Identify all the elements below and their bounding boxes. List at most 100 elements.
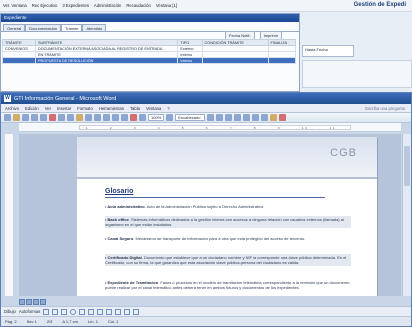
menu-item[interactable]: Recaudación	[126, 3, 150, 8]
menu-item[interactable]: Ventana [1]	[156, 3, 177, 8]
menu-item[interactable]: Administración	[94, 3, 121, 8]
print-icon[interactable]	[31, 114, 38, 121]
ruler-scale: · 1 · · · 2 · · · 3 · · · 4 · · · 5 · · …	[79, 125, 351, 130]
outline-view-icon[interactable]	[40, 299, 46, 305]
web-view-icon[interactable]	[26, 299, 32, 305]
table-row-selected[interactable]: PROPUESTA DE RESOLUCIÓN Interno	[2, 57, 296, 64]
table-icon[interactable]	[112, 114, 119, 121]
brand-logo: CGB	[330, 147, 357, 159]
page-heading: Glosario	[105, 188, 134, 195]
help-search-input[interactable]: Escriba una pregunta	[365, 106, 405, 111]
highlight-icon[interactable]	[270, 114, 278, 121]
menu-ver[interactable]: Ver	[45, 106, 51, 111]
align-center-icon[interactable]	[243, 114, 251, 121]
document-page[interactable]: CGB Glosario • Acto administrativo. Acto…	[77, 137, 377, 296]
hyperlink-icon[interactable]	[103, 114, 110, 121]
arrow-icon[interactable]	[52, 308, 59, 315]
hasta-fecha-field[interactable]: Hasta Fecha	[302, 45, 354, 57]
glossary-entry: • Certificado Digital. Documento que est…	[105, 254, 351, 266]
document-area[interactable]: CGB Glosario • Acto administrativo. Acto…	[19, 134, 401, 296]
tab-atendido[interactable]: Atendido	[82, 24, 107, 31]
autoformas-menu[interactable]: Autoformas	[19, 309, 40, 314]
glossary-term: • Canal Seguro	[105, 236, 134, 241]
menu-tabla[interactable]: Tabla	[130, 106, 140, 111]
font-color-draw-icon[interactable]	[133, 308, 140, 315]
font-color-icon[interactable]	[279, 114, 287, 121]
word-icon: W	[4, 95, 11, 102]
glossary-definition: . Documento que establece que a un ciuda…	[105, 255, 347, 265]
cut-icon[interactable]	[58, 114, 65, 121]
style-select[interactable]: Encabezado	[175, 114, 206, 121]
side-panel	[302, 60, 412, 88]
word-titlebar: W GTI Información General - Microsoft Wo…	[1, 93, 411, 104]
copy-icon[interactable]	[67, 114, 74, 121]
bold-icon[interactable]	[207, 114, 215, 121]
vertical-ruler[interactable]	[5, 134, 14, 296]
heading-rule	[105, 197, 325, 198]
tab-general[interactable]: General	[3, 24, 26, 31]
ellipse-icon[interactable]	[70, 308, 77, 315]
undo-icon[interactable]	[85, 114, 92, 121]
drawing-icon[interactable]	[130, 114, 137, 121]
glossary-entry: • Expediente de Tramitación. Fases o pro…	[105, 280, 351, 290]
wordart-icon[interactable]	[88, 308, 95, 315]
menu-help[interactable]: ?	[167, 106, 169, 111]
horizontal-ruler[interactable]: · 1 · · · 2 · · · 3 · · · 4 · · · 5 · · …	[19, 123, 401, 132]
menu-formato[interactable]: Formato	[77, 106, 93, 111]
spelling-icon[interactable]	[49, 114, 56, 121]
view-buttons	[19, 299, 46, 305]
menu-herramientas[interactable]: Herramientas	[99, 106, 124, 111]
status-section: Sec 1	[26, 319, 37, 324]
scrollbar-thumb[interactable]	[404, 146, 410, 186]
columns-icon[interactable]	[121, 114, 128, 121]
align-left-icon[interactable]	[234, 114, 242, 121]
vertical-scrollbar[interactable]	[402, 134, 411, 296]
expediente-titlebar: Expediente	[1, 14, 299, 22]
tab-tramite[interactable]: Trámite	[61, 24, 83, 31]
line-icon[interactable]	[43, 308, 50, 315]
menu-item[interactable]: 3 Expedientes	[62, 3, 89, 8]
status-pages: 2/3	[46, 319, 53, 324]
justify-icon[interactable]	[261, 114, 269, 121]
show-hide-icon[interactable]	[139, 114, 146, 121]
background-menubar: Ver. Ventana Rec Ejecutivo 3 Expedientes…	[0, 0, 412, 12]
menu-item[interactable]: Rec Ejecutivo	[32, 3, 58, 8]
textbox-icon[interactable]	[79, 308, 86, 315]
save-icon[interactable]	[22, 114, 29, 121]
table-cell	[267, 57, 296, 64]
zoom-select[interactable]: 100%	[148, 114, 165, 121]
table-cell: PROPUESTA DE RESOLUCIÓN	[34, 57, 179, 64]
table-cell	[2, 57, 36, 64]
align-right-icon[interactable]	[252, 114, 260, 121]
normal-view-icon[interactable]	[19, 299, 25, 305]
preview-icon[interactable]	[40, 114, 47, 121]
image-icon[interactable]	[106, 308, 113, 315]
clipart-icon[interactable]	[97, 308, 104, 315]
status-position: A 1,7 cm	[62, 319, 78, 324]
glossary-definition: . Mecanismo de transporte de información…	[133, 236, 306, 241]
glossary-definition: . Sistemas informáticos dedicados a la g…	[105, 217, 344, 227]
redo-icon[interactable]	[94, 114, 101, 121]
new-icon[interactable]	[4, 114, 11, 121]
rectangle-icon[interactable]	[61, 308, 68, 315]
open-icon[interactable]	[13, 114, 20, 121]
paste-icon[interactable]	[76, 114, 83, 121]
menu-ventana[interactable]: Ventana	[146, 106, 161, 111]
status-line: Lín. 1	[87, 319, 98, 324]
menu-item[interactable]: Ver. Ventana	[3, 3, 27, 8]
tramites-table: TRÁMITE SUBTRÁMITE TIPO CONDICIÓN TRÁMIT…	[2, 39, 296, 64]
word-window: W GTI Información General - Microsoft Wo…	[0, 92, 412, 327]
glossary-entry: • Acto administrativo. Acto de la Admini…	[105, 204, 351, 209]
italic-icon[interactable]	[216, 114, 224, 121]
dibujo-menu[interactable]: Dibujo	[4, 309, 16, 314]
menu-archivo[interactable]: Archivo	[5, 106, 19, 111]
line-color-icon[interactable]	[124, 308, 131, 315]
print-view-icon[interactable]	[33, 299, 39, 305]
status-bar: Pág. 2 Sec 1 2/3 A 1,7 cm Lín. 1 Col. 1	[1, 316, 411, 326]
menu-edicion[interactable]: Edición	[25, 106, 39, 111]
help-icon[interactable]	[166, 114, 174, 121]
underline-icon[interactable]	[225, 114, 233, 121]
fill-color-icon[interactable]	[115, 308, 122, 315]
menu-insertar[interactable]: Insertar	[57, 106, 71, 111]
tab-documentacion[interactable]: Documentación	[25, 24, 62, 31]
